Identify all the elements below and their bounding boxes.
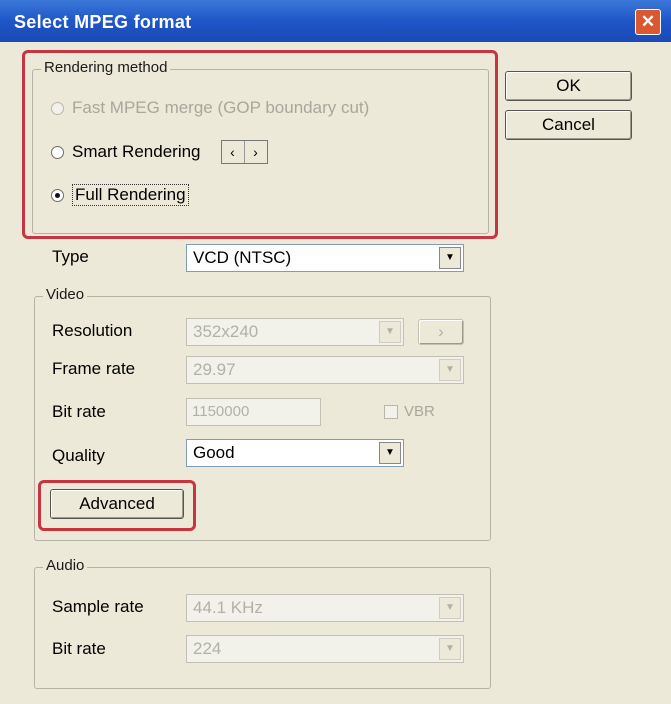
chevron-down-icon: ▼: [439, 597, 461, 619]
audio-bit-rate-select: 224 ▼: [186, 635, 464, 663]
chevron-down-icon: ▼: [439, 638, 461, 660]
chevron-down-icon: ▼: [439, 359, 461, 381]
window-title: Select MPEG format: [14, 12, 192, 32]
quality-value: Good: [193, 443, 235, 462]
chevron-down-icon[interactable]: ▼: [379, 442, 401, 464]
cancel-button[interactable]: Cancel: [505, 110, 632, 140]
vbr-label: VBR: [404, 403, 435, 420]
sample-rate-select: 44.1 KHz ▼: [186, 594, 464, 622]
audio-group: Audio: [34, 557, 491, 689]
fast-mpeg-merge-option: Fast MPEG merge (GOP boundary cut): [51, 98, 369, 118]
resolution-label: Resolution: [52, 321, 133, 340]
chevron-down-icon: ▼: [379, 321, 401, 343]
chevron-down-icon[interactable]: ▼: [439, 247, 461, 269]
frame-rate-value: 29.97: [193, 360, 236, 379]
vbr-option: VBR: [384, 403, 435, 420]
rendering-method-legend: Rendering method: [41, 59, 171, 76]
quality-select[interactable]: Good ▼: [186, 439, 404, 467]
audio-bit-rate-label: Bit rate: [52, 639, 106, 658]
video-legend: Video: [43, 286, 88, 303]
quality-label: Quality: [52, 446, 105, 465]
audio-legend: Audio: [43, 557, 88, 574]
type-label: Type: [52, 247, 89, 266]
smart-rendering-spinner[interactable]: ‹ ›: [220, 140, 268, 164]
resolution-select: 352x240 ▼: [186, 318, 404, 346]
frame-rate-select: 29.97 ▼: [186, 356, 464, 384]
fast-mpeg-merge-label: Fast MPEG merge (GOP boundary cut): [72, 98, 370, 117]
rendering-method-group: Rendering method Fast MPEG merge (GOP bo…: [32, 59, 489, 234]
close-button[interactable]: ✕: [635, 9, 661, 35]
full-rendering-option[interactable]: Full Rendering: [51, 184, 189, 206]
sample-rate-value: 44.1 KHz: [193, 598, 263, 617]
full-rendering-radio[interactable]: [51, 188, 64, 202]
dialog-body: Rendering method Fast MPEG merge (GOP bo…: [0, 42, 671, 704]
ok-button[interactable]: OK: [505, 71, 632, 101]
fast-mpeg-merge-radio: [51, 101, 64, 115]
spin-left-icon[interactable]: ‹: [222, 141, 244, 163]
audio-bit-rate-value: 224: [193, 639, 222, 658]
bit-rate-input: 1150000: [186, 398, 321, 426]
full-rendering-label[interactable]: Full Rendering: [72, 184, 189, 206]
smart-rendering-label[interactable]: Smart Rendering: [72, 142, 201, 162]
advanced-button[interactable]: Advanced: [50, 489, 184, 519]
title-bar: Select MPEG format ✕: [0, 0, 671, 42]
frame-rate-label: Frame rate: [52, 359, 136, 378]
smart-rendering-option[interactable]: Smart Rendering ‹ ›: [51, 140, 268, 164]
spin-right-icon[interactable]: ›: [243, 141, 267, 163]
resolution-value: 352x240: [193, 322, 259, 341]
resolution-more-button: ›: [418, 319, 464, 345]
smart-rendering-radio[interactable]: [51, 145, 64, 159]
bit-rate-label: Bit rate: [52, 402, 106, 421]
type-value: VCD (NTSC): [193, 248, 292, 267]
close-icon: ✕: [640, 12, 656, 31]
sample-rate-label: Sample rate: [52, 597, 144, 616]
vbr-checkbox: [384, 404, 398, 419]
type-select[interactable]: VCD (NTSC) ▼: [186, 244, 464, 272]
